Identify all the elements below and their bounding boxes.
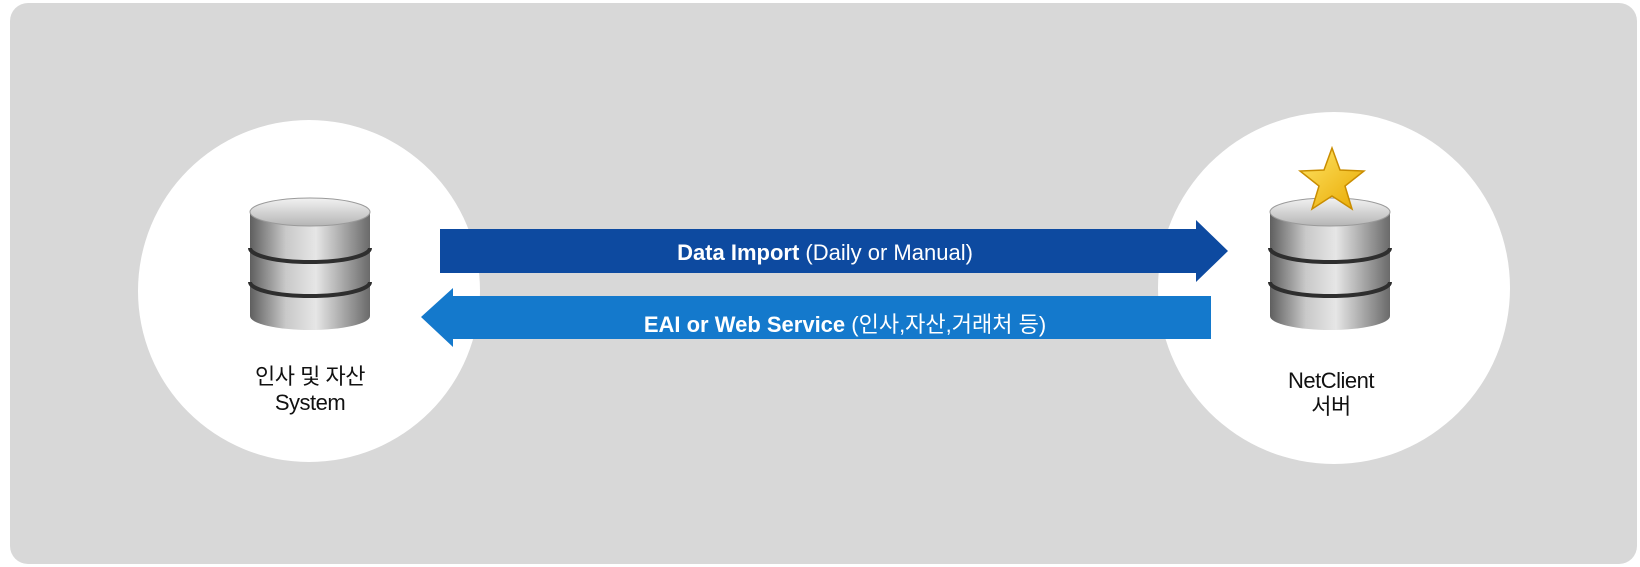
left-node-label-line1: 인사 및 자산: [255, 364, 365, 389]
data-import-label-bold: Data Import: [677, 240, 800, 265]
left-node-label-line2: System: [274, 390, 346, 415]
data-import-label-rest: (Daily or Manual): [799, 240, 973, 265]
data-import-label: Data Import (Daily or Manual): [440, 240, 1210, 266]
right-node-label-line1: NetClient: [1288, 368, 1374, 393]
eai-web-service-label-rest: (인사,자산,거래처 등): [845, 312, 1047, 337]
database-icon: [1268, 197, 1392, 330]
right-node-label: NetClient 서버: [1256, 368, 1406, 420]
database-icon: [248, 197, 372, 330]
eai-web-service-label: EAI or Web Service (인사,자산,거래처 등): [460, 307, 1230, 339]
star-icon: [1298, 146, 1366, 211]
eai-web-service-label-bold: EAI or Web Service: [643, 312, 846, 337]
right-node-label-line2: 서버: [1311, 394, 1351, 419]
left-node-label: 인사 및 자산 System: [230, 364, 390, 416]
